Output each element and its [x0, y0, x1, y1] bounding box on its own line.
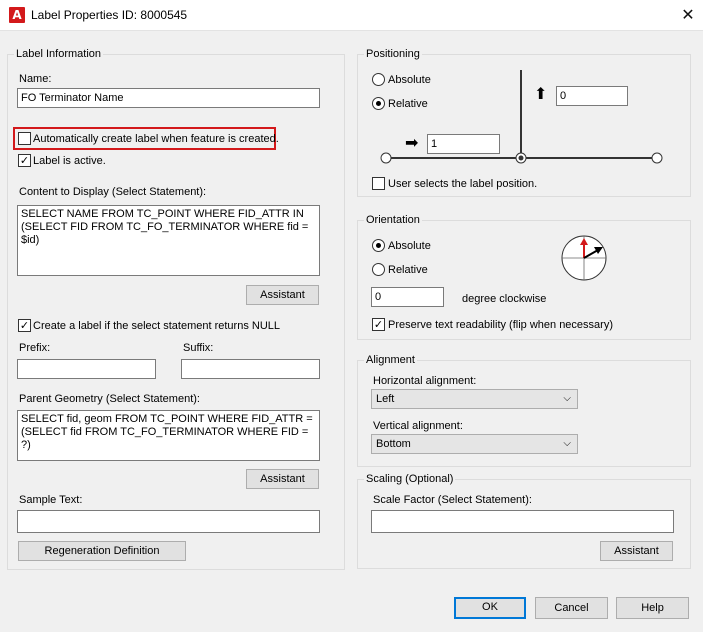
- suffix-input[interactable]: [181, 359, 320, 379]
- chevron-down-icon: ⌵: [563, 393, 571, 404]
- title-bar: A Label Properties ID: 8000545 ✕: [0, 0, 703, 31]
- vertical-alignment-select[interactable]: Bottom ⌵: [371, 434, 578, 454]
- vertical-alignment-value: Bottom: [376, 438, 411, 450]
- label-information-legend: Label Information: [14, 47, 103, 61]
- scale-factor-input[interactable]: [371, 510, 674, 533]
- label-active-label: Label is active.: [33, 155, 106, 167]
- vertical-alignment-label: Vertical alignment:: [373, 420, 463, 432]
- orientation-degrees-input[interactable]: 0: [371, 287, 444, 307]
- horizontal-alignment-value: Left: [376, 393, 395, 405]
- content-textarea[interactable]: SELECT NAME FROM TC_POINT WHERE FID_ATTR…: [17, 205, 320, 276]
- user-selects-label: User selects the label position.: [388, 178, 538, 190]
- window-title: Label Properties ID: 8000545: [31, 8, 188, 22]
- sample-text-input[interactable]: [17, 510, 320, 533]
- label-active-checkbox[interactable]: ✓: [18, 154, 31, 167]
- auto-create-checkbox[interactable]: [18, 132, 31, 145]
- prefix-label: Prefix:: [19, 342, 51, 354]
- name-input[interactable]: FO Terminator Name: [17, 88, 320, 108]
- orientation-absolute-radio[interactable]: [372, 239, 385, 252]
- preserve-readability-label: Preserve text readability (flip when nec…: [388, 319, 613, 331]
- scaling-legend: Scaling (Optional): [364, 472, 456, 486]
- parent-geometry-label: Parent Geometry (Select Statement):: [19, 393, 200, 405]
- auto-create-label: Automatically create label when feature …: [33, 133, 279, 145]
- preserve-readability-checkbox[interactable]: ✓: [372, 318, 385, 331]
- orientation-relative-label: Relative: [388, 264, 428, 276]
- parent-geometry-textarea[interactable]: SELECT fid, geom FROM TC_POINT WHERE FID…: [17, 410, 320, 461]
- orientation-legend: Orientation: [364, 213, 422, 227]
- alignment-legend: Alignment: [364, 353, 417, 367]
- regeneration-definition-button[interactable]: Regeneration Definition: [18, 541, 186, 561]
- assistant-button-scale[interactable]: Assistant: [600, 541, 673, 561]
- arrow-right-icon: ➡: [405, 133, 419, 152]
- assistant-button-parent[interactable]: Assistant: [246, 469, 319, 489]
- chevron-down-icon: ⌵: [563, 438, 571, 449]
- autocad-a-icon: A: [9, 7, 25, 23]
- x-offset-input[interactable]: 1: [427, 134, 500, 154]
- ok-button[interactable]: OK: [454, 597, 526, 619]
- scale-factor-label: Scale Factor (Select Statement):: [373, 494, 532, 506]
- close-icon[interactable]: ✕: [673, 0, 703, 31]
- positioning-legend: Positioning: [364, 47, 422, 61]
- content-label: Content to Display (Select Statement):: [19, 186, 207, 198]
- sample-text-label: Sample Text:: [19, 494, 83, 506]
- assistant-button-content[interactable]: Assistant: [246, 285, 319, 305]
- create-if-null-checkbox[interactable]: ✓: [18, 319, 31, 332]
- horizontal-alignment-label: Horizontal alignment:: [373, 375, 477, 387]
- orientation-relative-radio[interactable]: [372, 263, 385, 276]
- compass-icon: [561, 235, 607, 281]
- degree-clockwise-label: degree clockwise: [462, 293, 547, 305]
- y-offset-input[interactable]: 0: [556, 86, 628, 106]
- horizontal-alignment-select[interactable]: Left ⌵: [371, 389, 578, 409]
- orientation-absolute-label: Absolute: [388, 240, 431, 252]
- user-selects-checkbox[interactable]: [372, 177, 385, 190]
- name-label: Name:: [19, 73, 52, 85]
- prefix-input[interactable]: [17, 359, 156, 379]
- cancel-button[interactable]: Cancel: [535, 597, 608, 619]
- arrow-up-icon: ⬆: [534, 84, 548, 103]
- suffix-label: Suffix:: [183, 342, 214, 354]
- help-button[interactable]: Help: [616, 597, 689, 619]
- create-if-null-label: Create a label if the select statement r…: [33, 320, 281, 332]
